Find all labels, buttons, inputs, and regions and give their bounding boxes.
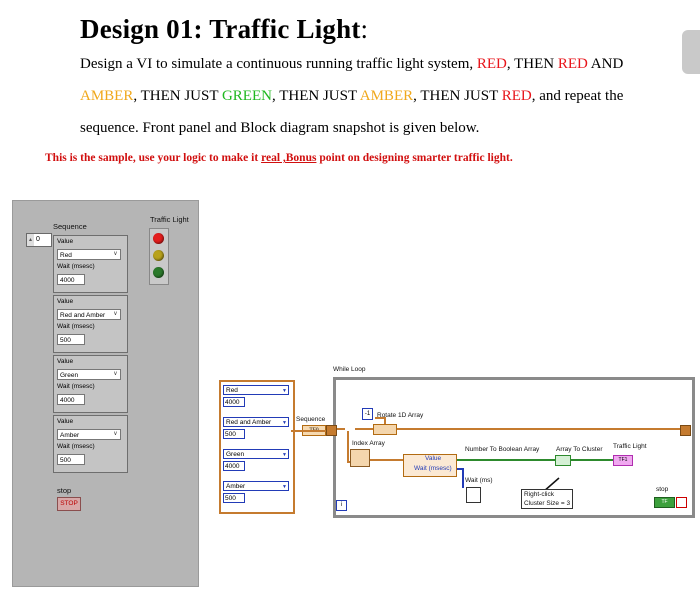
stop-terminal[interactable]: TF	[654, 497, 675, 508]
shift-register-left	[326, 425, 337, 436]
rotate-array-label: Rotate 1D Array	[377, 412, 424, 419]
array-to-cluster-label: Array To Cluster	[556, 446, 603, 453]
block-diagram-wires	[291, 417, 680, 493]
cluster-size-note: Right-click Cluster Size = 3	[521, 489, 573, 509]
traffic-light-terminal[interactable]: TF1	[613, 455, 633, 466]
unbundle-wait-label: Wait (msesc)	[414, 465, 452, 472]
wait-ms-label: Wait (ms)	[465, 477, 493, 484]
number-to-boolean-label: Number To Boolean Array	[465, 446, 540, 453]
shift-register-right	[680, 425, 691, 436]
unbundle-value-label: Value	[425, 455, 442, 462]
traffic-light-terminal-label: Traffic Light	[613, 443, 647, 450]
iteration-terminal: i	[336, 500, 347, 511]
loop-condition-icon[interactable]	[676, 497, 687, 508]
index-array-node[interactable]	[350, 449, 370, 467]
rotate-1d-array-node[interactable]	[373, 424, 397, 435]
array-to-cluster-node[interactable]	[555, 455, 571, 466]
rotate-constant[interactable]: -1	[362, 408, 373, 420]
bd-stop-label: stop	[656, 486, 669, 493]
index-array-label: Index Array	[352, 440, 385, 447]
wait-ms-node[interactable]	[466, 487, 481, 503]
